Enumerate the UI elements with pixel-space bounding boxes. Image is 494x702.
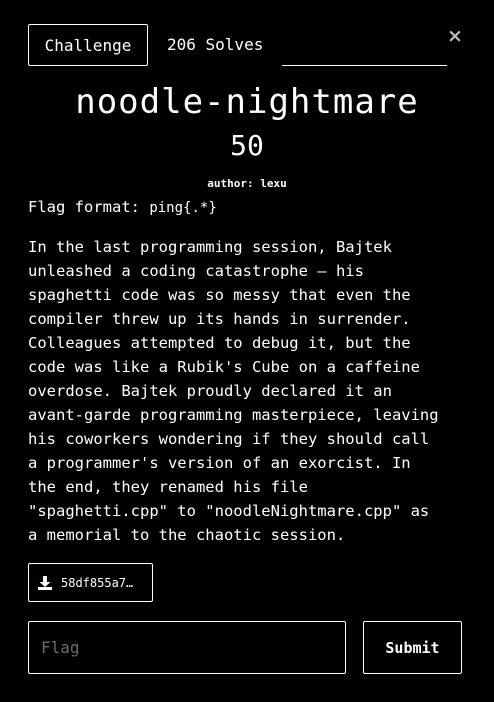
flag-input[interactable] bbox=[28, 621, 346, 674]
submit-button[interactable]: Submit bbox=[363, 621, 462, 674]
description-line: his coworkers wondering if they should c… bbox=[28, 430, 430, 448]
file-name[interactable]: 58df855a7… bbox=[61, 576, 133, 590]
flag-format-label: Flag format: bbox=[28, 198, 150, 216]
description-line: "spaghetti.cpp" to "noodleNightmare.cpp"… bbox=[28, 502, 430, 520]
challenge-author: author: lexu bbox=[207, 177, 287, 190]
description-line: Colleagues attempted to debug it, but th… bbox=[28, 334, 411, 352]
challenge-description: In the last programming session, Bajtek … bbox=[28, 235, 468, 547]
flag-format-value: ping{.*} bbox=[149, 200, 217, 216]
description-line: avant-garde programming masterpiece, lea… bbox=[28, 406, 439, 424]
close-icon[interactable]: × bbox=[447, 25, 463, 47]
description-line: compiler threw up its hands in surrender… bbox=[28, 310, 411, 328]
tab-bar: Challenge 206 Solves bbox=[28, 24, 448, 66]
description-line: a memorial to the chaotic session. bbox=[28, 526, 346, 544]
description-line: unleashed a coding catastrophe – his bbox=[28, 262, 364, 280]
description-line: overdose. Bajtek proudly declared it an bbox=[28, 382, 392, 400]
tab-challenge[interactable]: Challenge bbox=[28, 24, 148, 66]
challenge-points: 50 bbox=[230, 129, 264, 162]
tab-underline bbox=[282, 65, 447, 66]
description-line: a programmer's version of an exorcist. I… bbox=[28, 454, 411, 472]
close-button[interactable]: × bbox=[446, 26, 464, 46]
tab-solves[interactable]: 206 Solves bbox=[167, 24, 263, 66]
flag-format: Flag format: ping{.*} bbox=[28, 196, 217, 219]
file-download-button[interactable]: 58df855a7… bbox=[28, 563, 153, 602]
download-icon bbox=[38, 575, 52, 590]
description-line: the end, they renamed his file bbox=[28, 478, 308, 496]
description-line: spaghetti code was so messy that even th… bbox=[28, 286, 411, 304]
challenge-modal: × Challenge 206 Solves noodle-nightmare … bbox=[0, 0, 494, 702]
description-line: code was like a Rubik's Cube on a caffei… bbox=[28, 358, 420, 376]
description-line: In the last programming session, Bajtek bbox=[28, 238, 392, 256]
challenge-title: noodle-nightmare bbox=[75, 82, 419, 122]
